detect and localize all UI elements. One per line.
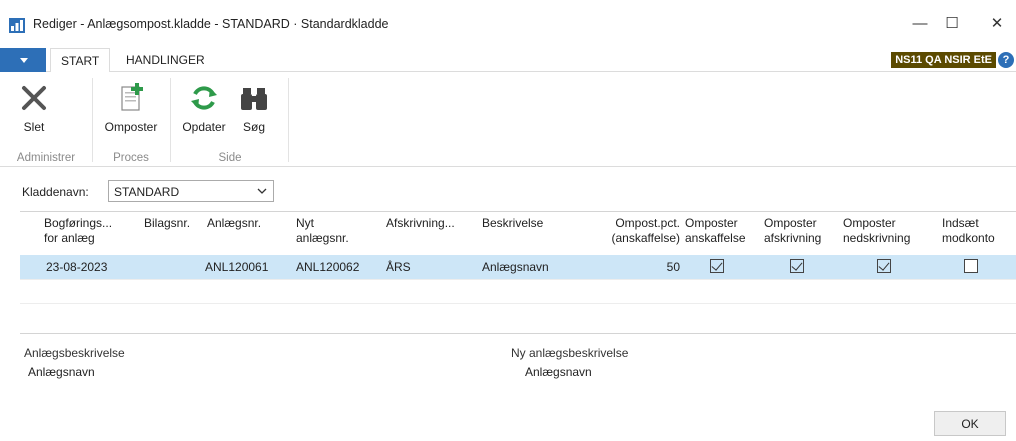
refresh-button[interactable]: Opdater bbox=[176, 76, 232, 138]
new-fa-description-value[interactable]: Anlægsnavn bbox=[525, 365, 592, 379]
fa-description-value[interactable]: Anlægsnavn bbox=[28, 365, 95, 379]
header-line: afskrivning bbox=[764, 231, 822, 245]
header-line: Nyt bbox=[296, 216, 314, 230]
header-line: modkonto bbox=[942, 231, 995, 245]
column-header-fa-no[interactable]: Anlægsnr. bbox=[207, 216, 277, 231]
cell-new-fa-no[interactable]: ANL120062 bbox=[296, 260, 359, 274]
repost-button[interactable]: Omposter bbox=[96, 76, 166, 138]
company-badge: NS11 QA NSIR EtE bbox=[891, 52, 996, 68]
chevron-down-icon bbox=[257, 188, 267, 194]
header-line: Indsæt bbox=[942, 216, 979, 230]
checkbox-insert-bal-account[interactable] bbox=[964, 259, 978, 273]
ribbon-tabs: START HANDLINGER NS11 QA NSIR EtE ? bbox=[0, 48, 1016, 73]
help-icon[interactable]: ? bbox=[998, 52, 1014, 68]
grid-header: Bogførings... for anlæg Bilagsnr. Anlægsn… bbox=[20, 212, 1016, 254]
group-label-proces: Proces bbox=[113, 152, 149, 164]
header-line: Bilagsnr. bbox=[144, 216, 191, 230]
header-line: Bogførings... bbox=[44, 216, 113, 230]
close-button[interactable]: ✕ bbox=[982, 12, 1012, 36]
column-header-repost-writedown[interactable]: Omposter nedskrivning bbox=[843, 216, 925, 246]
header-line: Anlægsnr. bbox=[207, 216, 262, 230]
column-header-posting-date[interactable]: Bogførings... for anlæg bbox=[44, 216, 144, 246]
minimize-button[interactable]: — bbox=[905, 12, 935, 36]
checkbox-repost-depreciation[interactable] bbox=[790, 259, 804, 273]
journal-name-dropdown[interactable]: STANDARD bbox=[108, 180, 274, 202]
delete-x-icon bbox=[22, 86, 46, 110]
checkbox-repost-acquisition[interactable] bbox=[710, 259, 724, 273]
refresh-icon bbox=[191, 86, 217, 110]
delete-button[interactable]: Slet bbox=[8, 76, 60, 138]
header-line: Omposter bbox=[843, 216, 896, 230]
ribbon-separator bbox=[288, 78, 289, 162]
header-line: anskaffelse bbox=[685, 231, 746, 245]
title-bar: Rediger - Anlægsompost.kladde - STANDARD… bbox=[0, 0, 1016, 48]
header-line: Afskrivning... bbox=[386, 216, 455, 230]
repost-label: Omposter bbox=[104, 120, 158, 134]
new-fa-description-label: Ny anlægsbeskrivelse bbox=[511, 346, 629, 360]
repost-document-icon bbox=[121, 83, 143, 111]
header-line: anlægsnr. bbox=[296, 231, 349, 245]
ok-button[interactable]: OK bbox=[934, 411, 1006, 436]
column-header-repost-depreciation[interactable]: Omposter afskrivning bbox=[764, 216, 838, 246]
journal-name-value: STANDARD bbox=[114, 185, 180, 199]
group-label-side: Side bbox=[218, 152, 242, 164]
journal-name-label: Kladdenavn: bbox=[22, 185, 89, 199]
cell-depreciation-book[interactable]: ÅRS bbox=[386, 260, 411, 274]
dropdown-arrow-icon bbox=[20, 58, 28, 63]
empty-row[interactable] bbox=[20, 279, 1016, 303]
search-button[interactable]: Søg bbox=[232, 76, 276, 138]
cell-fa-no[interactable]: ANL120061 bbox=[205, 260, 268, 274]
header-line: Beskrivelse bbox=[482, 216, 544, 230]
tab-handlinger[interactable]: HANDLINGER bbox=[116, 48, 215, 73]
maximize-button[interactable]: ☐ bbox=[937, 12, 967, 36]
header-line: for anlæg bbox=[44, 231, 95, 245]
header-line: (anskaffelse) bbox=[611, 231, 680, 245]
column-header-document-no[interactable]: Bilagsnr. bbox=[144, 216, 204, 231]
column-header-insert-bal-account[interactable]: Indsæt modkonto bbox=[942, 216, 1016, 246]
group-label-administrer: Administrer bbox=[16, 152, 76, 164]
column-header-description[interactable]: Beskrivelse bbox=[482, 216, 582, 231]
empty-row[interactable] bbox=[20, 303, 1016, 327]
ribbon: Slet Omposter Opdater Søg Administrer Pr… bbox=[0, 72, 1016, 167]
column-header-pct[interactable]: Ompost.pct. (anskaffelse) bbox=[590, 216, 680, 246]
table-row[interactable]: 23-08-2023 ANL120061 ANL120062 ÅRS Anlæg… bbox=[20, 255, 1016, 279]
header-line: nedskrivning bbox=[843, 231, 911, 245]
tab-start[interactable]: START bbox=[50, 48, 111, 73]
header-line: Omposter bbox=[685, 216, 738, 230]
column-header-depreciation-book[interactable]: Afskrivning... bbox=[386, 216, 472, 231]
cell-pct[interactable]: 50 bbox=[600, 260, 680, 274]
cell-description[interactable]: Anlægsnavn bbox=[482, 260, 549, 274]
cell-posting-date[interactable]: 23-08-2023 bbox=[46, 260, 107, 274]
ribbon-separator bbox=[92, 78, 93, 162]
app-icon bbox=[9, 18, 25, 33]
search-label: Søg bbox=[242, 120, 265, 134]
column-header-new-fa-no[interactable]: Nyt anlægsnr. bbox=[296, 216, 372, 246]
journal-grid: Bogførings... for anlæg Bilagsnr. Anlægsn… bbox=[20, 211, 1016, 334]
header-line: Omposter bbox=[764, 216, 817, 230]
window-title: Rediger - Anlægsompost.kladde - STANDARD… bbox=[33, 17, 389, 31]
checkbox-repost-writedown[interactable] bbox=[877, 259, 891, 273]
header-line: Ompost.pct. bbox=[615, 216, 680, 230]
ribbon-separator bbox=[170, 78, 171, 162]
binoculars-icon bbox=[241, 88, 267, 110]
column-header-repost-acquisition[interactable]: Omposter anskaffelse bbox=[685, 216, 755, 246]
fa-description-label: Anlægsbeskrivelse bbox=[24, 346, 125, 360]
refresh-label: Opdater bbox=[182, 120, 226, 134]
delete-label: Slet bbox=[23, 120, 45, 134]
file-menu-button[interactable] bbox=[0, 48, 46, 72]
